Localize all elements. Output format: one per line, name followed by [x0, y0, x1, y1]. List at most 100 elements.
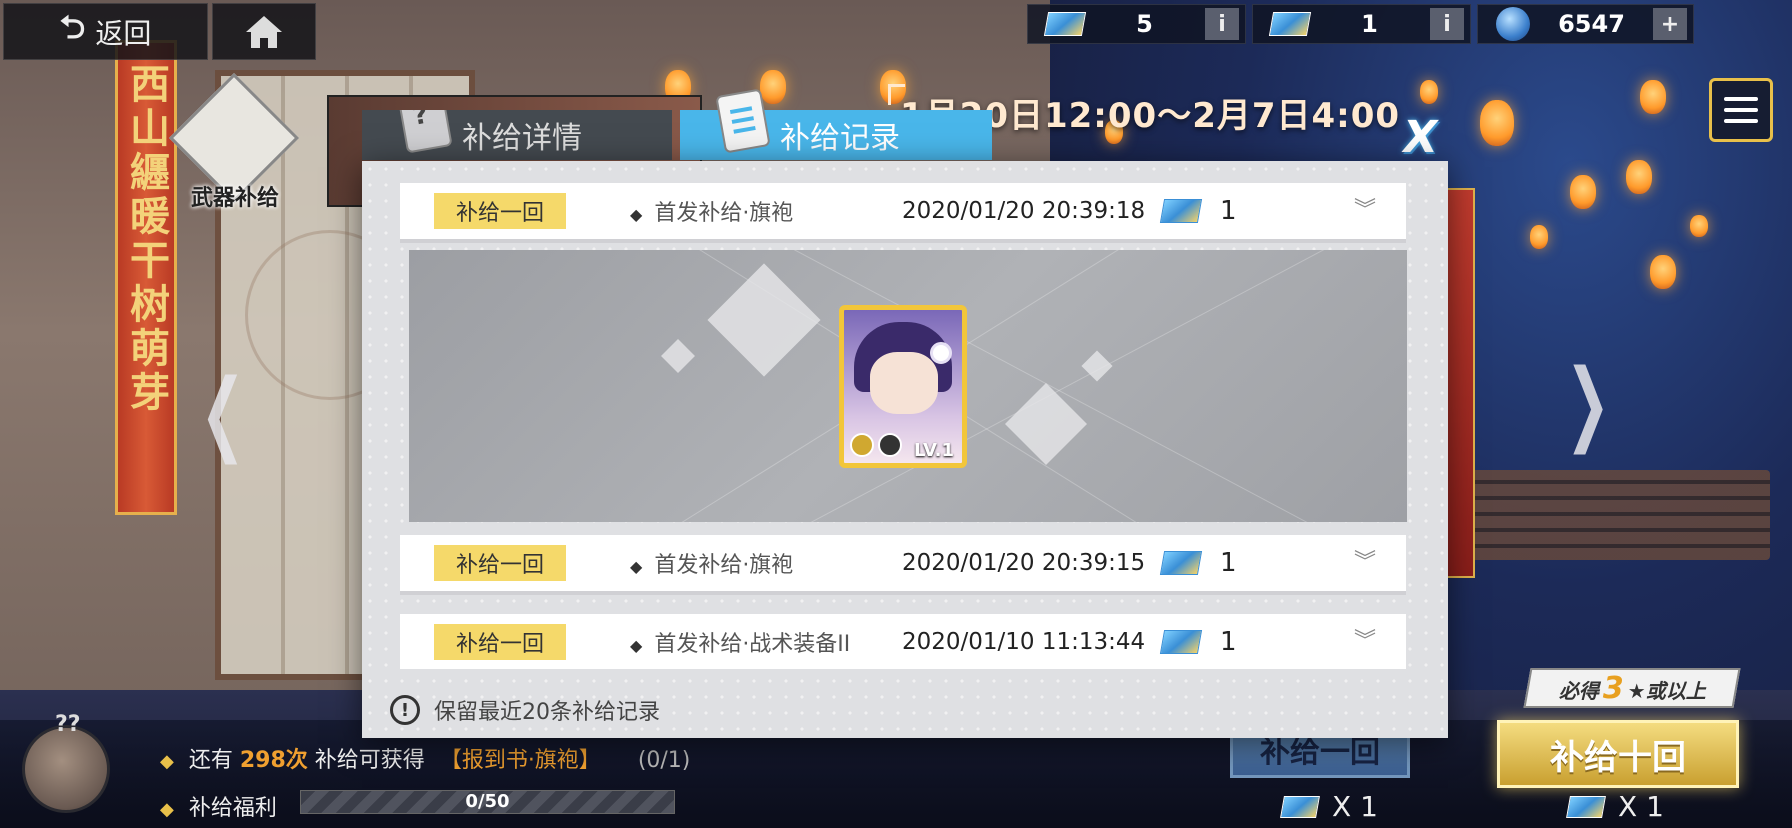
ticket-icon — [1159, 551, 1203, 575]
record-time: 2020/01/20 20:39:15 — [902, 550, 1146, 576]
menu-line-icon — [1724, 119, 1758, 123]
menu-line-icon — [1724, 97, 1758, 101]
ticket-icon — [1268, 12, 1312, 36]
cost-text: X 1 — [1332, 790, 1378, 823]
weapon-supply-label: 武器补给 — [190, 186, 279, 211]
guarantee-badge: 必得 3 ★或以上 — [1523, 668, 1741, 708]
currency-ticket-a: 5 i — [1027, 4, 1246, 44]
lantern-icon — [1570, 175, 1596, 209]
diamond-bullet-icon: ◆ — [630, 557, 643, 576]
ticket-icon — [1280, 795, 1320, 818]
record-name: ◆ 首发补给·旗袍 — [630, 547, 880, 579]
guarantee-suffix: ★或以上 — [1627, 678, 1706, 703]
menu-line-icon — [1724, 108, 1758, 112]
globe-icon — [1496, 7, 1530, 41]
tab-supply-record[interactable]: 补给记录 — [680, 88, 992, 160]
character-level: LV.1 — [914, 440, 954, 461]
record-row[interactable]: 补给一回 ◆ 首发补给·旗袍 2020/01/20 20:39:15 1 ︾ — [400, 535, 1406, 595]
record-time: 2020/01/20 20:39:18 — [902, 198, 1146, 224]
pull-ten-cost: X 1 — [1566, 790, 1664, 823]
pull-one-cost: X 1 — [1280, 790, 1378, 823]
record-note-text: 保留最近20条补给记录 — [434, 700, 660, 725]
record-name: ◆ 首发补给·旗袍 — [630, 195, 880, 227]
home-icon — [246, 15, 282, 48]
pull-ten-button[interactable]: 补给十回 — [1497, 720, 1739, 788]
event-vertical-banner: 西山纒暖干树萌芽 — [115, 40, 177, 515]
lantern-icon — [1530, 225, 1548, 249]
character-face — [870, 352, 938, 414]
clipboard-icon — [715, 88, 771, 154]
currency-amount: 1 — [1361, 10, 1378, 38]
welfare-progress-text: 0/50 — [465, 791, 510, 812]
ticket-icon — [1159, 199, 1203, 223]
add-currency-button[interactable]: + — [1653, 8, 1687, 40]
next-banner-arrow-icon[interactable]: ❯ — [1565, 350, 1610, 455]
guarantee-prefix: 必得 — [1558, 678, 1599, 703]
lantern-icon — [1650, 255, 1676, 289]
prev-banner-arrow-icon[interactable]: ❮ — [200, 360, 245, 465]
record-time: 2020/01/10 11:13:44 — [902, 628, 1146, 655]
record-row[interactable]: 补给一回 ◆ 首发补给·战术装备II 2020/01/10 11:13:44 1 … — [400, 614, 1406, 669]
record-tag: 补给一回 — [434, 193, 566, 229]
banner-text: 西山纒暖干树萌芽 — [123, 63, 170, 415]
result-character-card[interactable]: LV.1 — [839, 305, 967, 468]
welfare-line: ◆ 补给福利 — [160, 790, 277, 822]
currency-amount: 5 — [1136, 10, 1153, 38]
menu-button[interactable] — [1709, 78, 1773, 142]
lantern-icon — [1640, 80, 1666, 114]
home-button[interactable] — [212, 3, 316, 60]
expand-chevron-icon[interactable]: ︾ — [1354, 630, 1376, 652]
record-row[interactable]: 补给一回 ◆ 首发补给·旗袍 2020/01/20 20:39:18 1 ︾ — [400, 183, 1406, 243]
flower-icon — [930, 342, 952, 364]
side-card-edge — [1445, 188, 1475, 578]
close-button[interactable]: X — [1391, 112, 1448, 163]
lantern-icon — [760, 70, 786, 104]
expand-chevron-icon[interactable]: ︾ — [1354, 200, 1376, 222]
lantern-icon — [1420, 80, 1438, 104]
avatar[interactable] — [22, 725, 110, 813]
tab-record-label: 补给记录 — [780, 121, 900, 156]
record-qty: 1 — [1220, 196, 1237, 226]
currency-amount: 6547 — [1558, 10, 1625, 38]
decor-diamond — [1004, 382, 1088, 466]
diamond-bullet-icon: ◆ — [630, 635, 643, 655]
decor-diamond — [707, 263, 821, 377]
remaining-pulls-line: ◆ 还有 298次 补给可获得 【报到书·旗袍】 (0/1) — [160, 742, 690, 774]
record-name-text: 首发补给·旗袍 — [654, 201, 794, 226]
currency-ticket-b: 1 i — [1252, 4, 1471, 44]
weapon-supply-button[interactable]: 武器补给 — [168, 72, 300, 211]
diamond-bullet-icon: ◆ — [160, 751, 174, 772]
record-name: ◆ 首发补给·战术装备II — [630, 626, 880, 658]
remain-prefix: 还有 — [188, 748, 233, 773]
diamond-bullet-icon: ◆ — [160, 799, 174, 820]
expand-chevron-icon[interactable]: ︾ — [1354, 552, 1376, 574]
record-note: ! 保留最近20条补给记录 — [390, 694, 660, 726]
avatar-label: ?? — [55, 712, 81, 737]
lantern-icon — [1690, 215, 1708, 237]
guarantee-num: 3 — [1602, 670, 1624, 706]
ticket-icon — [1159, 629, 1203, 654]
ticket-icon — [1566, 795, 1606, 818]
welfare-label: 补给福利 — [188, 796, 277, 821]
remain-progress: (0/1) — [637, 748, 691, 773]
record-qty: 1 — [1220, 626, 1237, 657]
ticket-icon — [1043, 12, 1087, 36]
lantern-icon — [1626, 160, 1652, 194]
remain-item: 【报到书·旗袍】 — [439, 748, 601, 773]
background-bench — [1470, 470, 1770, 560]
decor-diamond — [1081, 350, 1113, 382]
tab-supply-details[interactable]: 补给详情 — [362, 110, 672, 160]
back-label: 返回 — [95, 16, 152, 50]
rank-badge-icon — [850, 433, 874, 457]
lantern-icon — [1480, 100, 1514, 146]
warning-icon: ! — [390, 695, 420, 725]
back-button[interactable]: ⮌ 返回 — [3, 3, 208, 60]
class-badge-icon — [878, 433, 902, 457]
tab-details-label: 补给详情 — [462, 121, 582, 156]
cost-text: X 1 — [1618, 790, 1664, 823]
remain-suffix: 补给可获得 — [314, 748, 425, 773]
remain-count: 298次 — [239, 748, 308, 773]
info-button[interactable]: i — [1430, 8, 1464, 40]
info-button[interactable]: i — [1205, 8, 1239, 40]
record-name-text: 首发补给·战术装备II — [654, 631, 851, 657]
